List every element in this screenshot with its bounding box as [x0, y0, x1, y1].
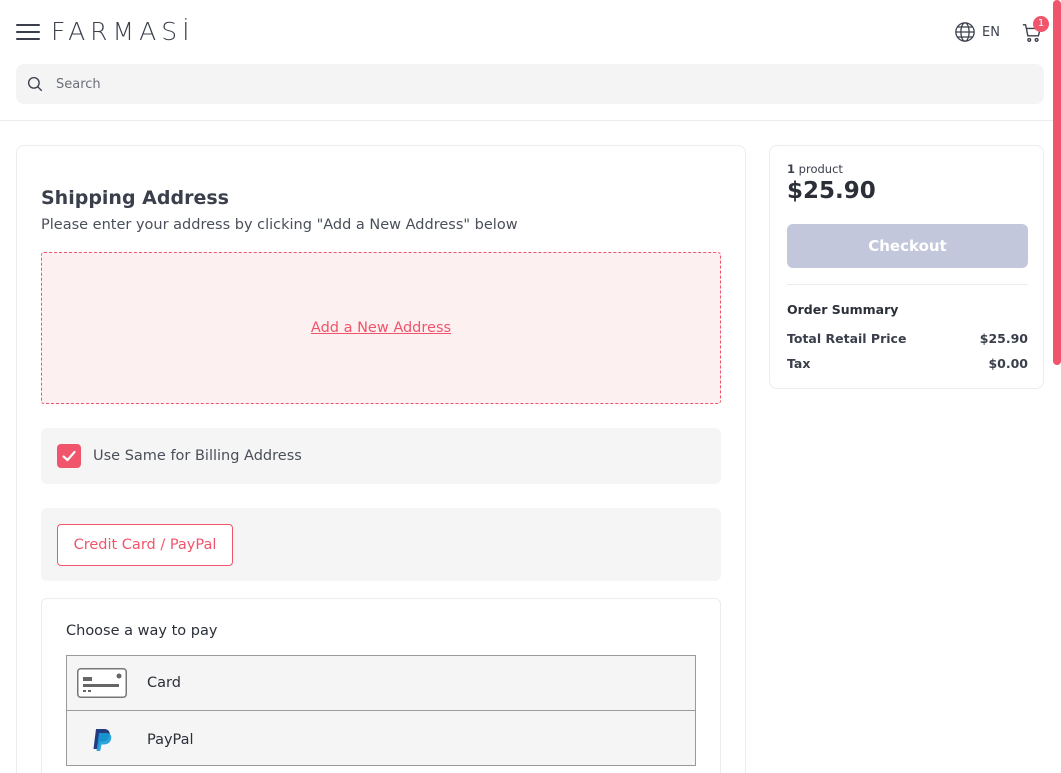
summary-row-value: $25.90 — [979, 331, 1028, 346]
search-bar[interactable] — [16, 64, 1044, 104]
product-count-number: 1 — [787, 162, 796, 176]
pay-option-paypal-label: PayPal — [147, 731, 194, 748]
summary-row-value: $0.00 — [988, 356, 1028, 371]
summary-row-label: Tax — [787, 356, 811, 371]
order-summary-title: Order Summary — [787, 302, 899, 317]
cart-count-badge: 1 — [1033, 16, 1049, 32]
paypal-icon — [93, 728, 112, 751]
shipping-title: Shipping Address — [41, 187, 229, 209]
add-address-link[interactable]: Add a New Address — [311, 320, 451, 336]
summary-row: Tax $0.00 — [787, 356, 1028, 371]
payment-options: Card PayPal — [66, 655, 696, 766]
billing-label[interactable]: Use Same for Billing Address — [93, 448, 302, 464]
billing-option: Use Same for Billing Address — [41, 428, 721, 484]
site-header: FARMASİ EN 1 — [0, 0, 1061, 121]
payment-method-panel: Credit Card / PayPal — [41, 508, 721, 581]
checkout-button[interactable]: Checkout — [787, 224, 1028, 268]
choose-payment-title: Choose a way to pay — [66, 623, 218, 639]
menu-icon[interactable] — [16, 23, 40, 41]
language-selector[interactable]: EN — [954, 20, 1000, 44]
search-icon — [27, 76, 43, 92]
globe-icon — [955, 22, 975, 42]
cart-button[interactable]: 1 — [1021, 16, 1049, 46]
summary-row-label: Total Retail Price — [787, 331, 907, 346]
credit-card-icon — [77, 668, 127, 698]
brand-logo[interactable]: FARMASİ — [51, 17, 194, 46]
add-address-box[interactable]: Add a New Address — [41, 252, 721, 404]
pay-option-card-label: Card — [147, 675, 181, 691]
pay-option-paypal[interactable]: PayPal — [67, 712, 695, 767]
credit-card-paypal-button[interactable]: Credit Card / PayPal — [57, 524, 233, 566]
billing-checkbox[interactable] — [57, 444, 81, 468]
summary-row: Total Retail Price $25.90 — [787, 331, 1028, 346]
pay-option-card[interactable]: Card — [67, 656, 695, 711]
summary-divider — [787, 284, 1028, 285]
total-price: $25.90 — [787, 178, 876, 204]
checkmark-icon — [62, 450, 76, 462]
search-input[interactable] — [56, 76, 956, 92]
product-count: 1 product — [787, 162, 843, 176]
page-scrollbar[interactable] — [1053, 0, 1061, 365]
language-label: EN — [982, 24, 1000, 40]
shipping-subtitle: Please enter your address by clicking "A… — [41, 217, 518, 233]
product-count-label: product — [795, 162, 843, 176]
